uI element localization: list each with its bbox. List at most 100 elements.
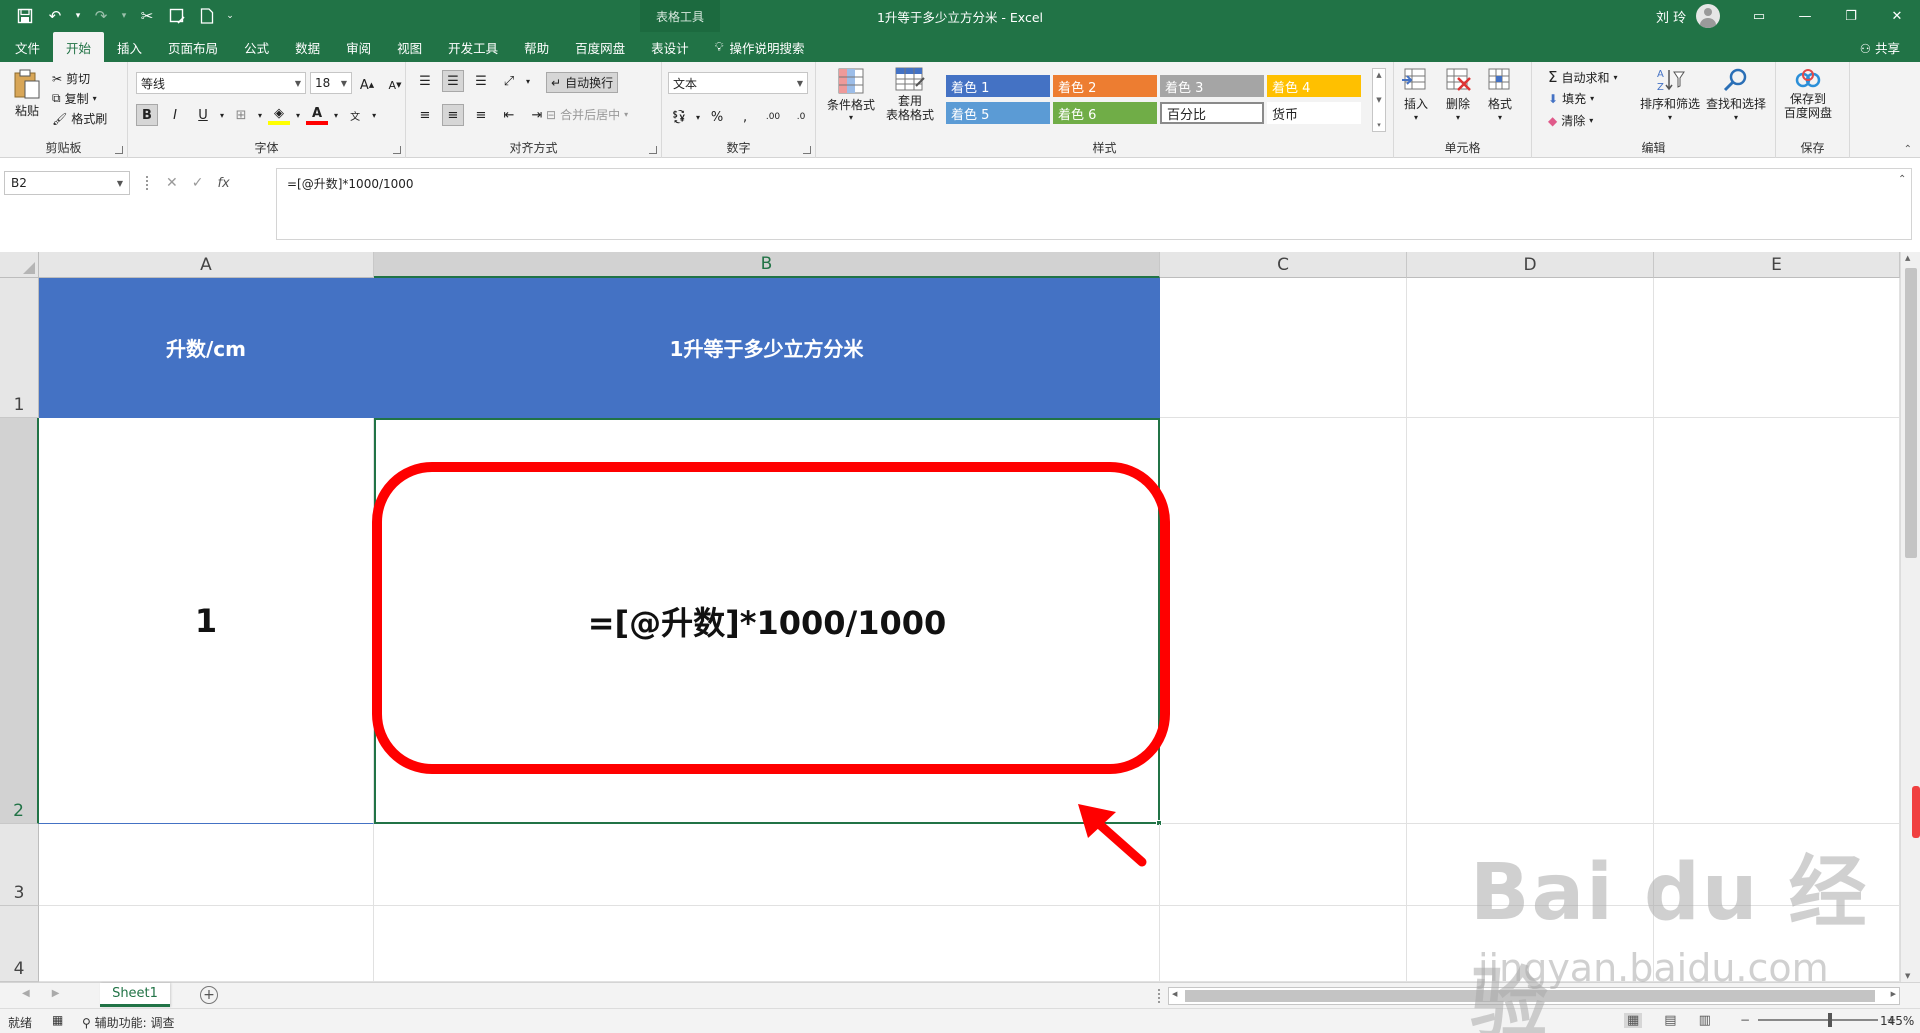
chevron-down-icon[interactable]: ▾ <box>372 111 376 120</box>
cell-a1[interactable]: 升数/cm <box>39 278 374 418</box>
increase-indent-icon[interactable]: ⇥ <box>526 104 548 126</box>
new-file-icon[interactable] <box>194 4 220 28</box>
cell-b4[interactable] <box>374 906 1160 982</box>
cell-b2[interactable]: =[@升数]*1000/1000 <box>374 418 1160 824</box>
scroll-up-icon[interactable]: ▲ <box>1905 254 1910 262</box>
row-header-3[interactable]: 3 <box>0 824 39 906</box>
tab-baidu-netdisk[interactable]: 百度网盘 <box>562 32 638 62</box>
row-header-2[interactable]: 2 <box>0 418 39 824</box>
sheet-tab-sheet1[interactable]: Sheet1 <box>100 983 170 1007</box>
save-as-icon[interactable] <box>164 4 190 28</box>
tab-help[interactable]: 帮助 <box>511 32 562 62</box>
tab-split-grip[interactable] <box>1158 989 1161 1003</box>
accessibility-status[interactable]: ⚲ 辅助功能: 调查 <box>82 1014 174 1031</box>
zoom-level[interactable]: 145% <box>1880 1014 1914 1028</box>
cell-a2[interactable]: 1 <box>39 418 374 824</box>
number-format-combo[interactable]: 文本 ▼ <box>668 72 808 94</box>
tab-formulas[interactable]: 公式 <box>231 32 282 62</box>
formula-input[interactable]: =[@升数]*1000/1000 <box>276 168 1912 240</box>
save-to-baidu-button[interactable]: 保存到 百度网盘 <box>1784 66 1832 120</box>
zoom-out-icon[interactable]: − <box>1740 1013 1750 1027</box>
column-header-d[interactable]: D <box>1407 252 1654 278</box>
close-icon[interactable]: ✕ <box>1874 0 1920 32</box>
tell-me-search[interactable]: 💡︎ 操作说明搜索 <box>702 32 818 62</box>
align-right-icon[interactable]: ≡ <box>470 104 492 126</box>
align-bottom-icon[interactable]: ☰ <box>470 70 492 92</box>
style-accent-3[interactable]: 着色 3 <box>1160 75 1264 97</box>
cut-icon[interactable]: ✂ <box>134 4 160 28</box>
dialog-launcher-icon[interactable] <box>393 146 401 154</box>
insert-function-icon[interactable]: fx <box>217 176 229 191</box>
accounting-format-icon[interactable]: 💱︎ <box>668 106 690 128</box>
align-left-icon[interactable]: ≡ <box>414 104 436 126</box>
find-select-button[interactable]: 查找和选择 ▾ <box>1706 66 1766 122</box>
customize-qat-icon[interactable]: ⌄ <box>224 4 236 28</box>
style-accent-4[interactable]: 着色 4 <box>1267 75 1361 97</box>
cell-e4[interactable] <box>1654 906 1900 982</box>
row-header-1[interactable]: 1 <box>0 278 39 418</box>
decrease-decimal-icon[interactable]: .0 <box>790 106 812 128</box>
increase-decimal-icon[interactable]: .00 <box>762 106 784 128</box>
enter-icon[interactable]: ✓ <box>192 175 204 191</box>
underline-icon[interactable]: U <box>192 104 214 126</box>
chevron-down-icon[interactable]: ▾ <box>526 77 530 86</box>
align-middle-icon[interactable]: ☰ <box>442 70 464 92</box>
chevron-up-icon[interactable]: ▲ <box>1376 71 1381 79</box>
cell-c4[interactable] <box>1160 906 1407 982</box>
cell-d1[interactable] <box>1407 278 1654 418</box>
formula-bar-grip[interactable] <box>146 176 148 190</box>
page-layout-view-icon[interactable]: ▤ <box>1664 1013 1676 1028</box>
undo-dropdown-icon[interactable]: ▾ <box>72 4 84 28</box>
redo-icon[interactable]: ↷ <box>88 4 114 28</box>
styles-gallery-scroll[interactable]: ▲ ▼ ▾ <box>1372 68 1386 132</box>
format-cells-button[interactable]: 格式 ▾ <box>1486 66 1514 122</box>
cell-c2[interactable] <box>1160 418 1407 824</box>
tab-view[interactable]: 视图 <box>384 32 435 62</box>
chevron-down-icon[interactable]: ▾ <box>696 113 700 122</box>
restore-icon[interactable]: ❐ <box>1828 0 1874 32</box>
tab-home[interactable]: 开始 <box>53 32 105 62</box>
zoom-slider[interactable]: − + <box>1740 1013 1896 1027</box>
column-header-b[interactable]: B <box>374 252 1160 278</box>
wrap-text-button[interactable]: ↵ 自动换行 <box>546 72 619 93</box>
horizontal-scrollbar[interactable]: ◀ ▶ <box>1168 987 1900 1005</box>
add-sheet-icon[interactable]: + <box>200 986 218 1004</box>
chevron-down-icon[interactable]: ▾ <box>334 111 338 120</box>
scroll-left-icon[interactable]: ◀ <box>1172 990 1177 998</box>
cell-c3[interactable] <box>1160 824 1407 906</box>
chevron-down-icon[interactable]: ▾ <box>258 111 262 120</box>
style-currency[interactable]: 货币 <box>1267 102 1361 124</box>
cell-d2[interactable] <box>1407 418 1654 824</box>
save-icon[interactable] <box>12 4 38 28</box>
conditional-formatting-button[interactable]: 条件格式 ▾ <box>826 66 876 122</box>
scroll-right-icon[interactable]: ▶ <box>1891 990 1896 998</box>
percent-icon[interactable]: % <box>706 106 728 128</box>
more-icon[interactable]: ▾ <box>1377 121 1381 129</box>
clear-button[interactable]: ◆ 清除 ▾ <box>1548 112 1593 129</box>
sort-filter-button[interactable]: AZ 排序和筛选 ▾ <box>1640 66 1700 122</box>
style-accent-2[interactable]: 着色 2 <box>1053 75 1157 97</box>
cell-d3[interactable] <box>1407 824 1654 906</box>
cell-b1[interactable]: 1升等于多少立方分米 <box>374 278 1160 418</box>
column-header-e[interactable]: E <box>1654 252 1900 278</box>
collapse-ribbon-icon[interactable]: ⌃ <box>1904 144 1912 155</box>
increase-font-icon[interactable]: A ▲ <box>356 74 378 96</box>
border-icon[interactable]: ⊞ <box>230 104 252 126</box>
chevron-down-icon[interactable]: ▾ <box>296 111 300 120</box>
cell-b3[interactable] <box>374 824 1160 906</box>
copy-button[interactable]: ⧉ 复制 ▾ <box>52 90 97 107</box>
select-all-button[interactable] <box>0 252 39 278</box>
zoom-track[interactable] <box>1758 1013 1879 1027</box>
macro-record-icon[interactable]: ▦ <box>52 1013 63 1027</box>
bold-icon[interactable]: B <box>136 104 158 126</box>
tab-page-layout[interactable]: 页面布局 <box>155 32 231 62</box>
style-accent-5[interactable]: 着色 5 <box>946 102 1050 124</box>
vertical-scrollbar[interactable]: ▲ ▼ <box>1900 252 1920 982</box>
orientation-icon[interactable]: ⤢ <box>498 70 520 92</box>
minimize-icon[interactable]: — <box>1782 0 1828 32</box>
format-as-table-button[interactable]: 套用 表格格式 <box>880 66 940 122</box>
format-painter-button[interactable]: 🖌︎ 格式刷 <box>52 110 107 127</box>
dialog-launcher-icon[interactable] <box>115 146 123 154</box>
decrease-indent-icon[interactable]: ⇤ <box>498 104 520 126</box>
next-sheet-icon[interactable]: ▶ <box>52 988 60 999</box>
